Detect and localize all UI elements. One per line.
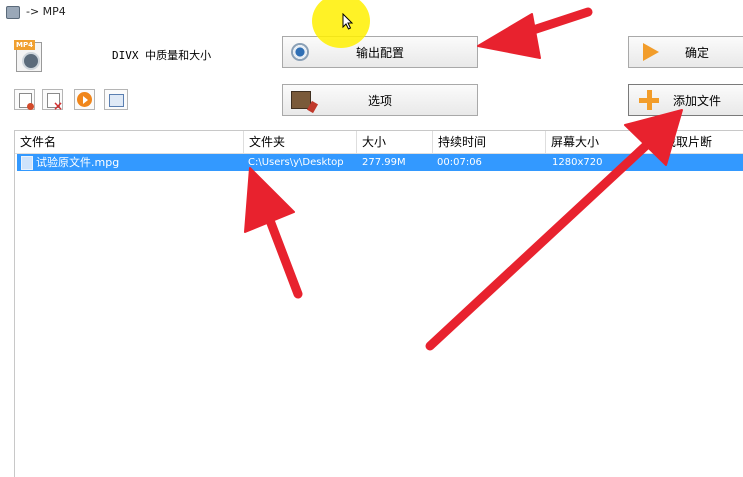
remove-file-icon: [47, 93, 63, 113]
cell-file-name: 试验原文件.mpg: [36, 156, 120, 169]
cell-duration: 00:07:06: [437, 157, 482, 168]
column-header-duration[interactable]: 持续时间: [433, 131, 546, 153]
remove-file-tool-button[interactable]: [42, 89, 63, 113]
file-list-header: 文件名 文件夹 大小 持续时间 屏幕大小 截取片断: [15, 131, 743, 154]
column-header-size[interactable]: 大小: [357, 131, 433, 153]
window-title: -> MP4: [26, 5, 66, 18]
cell-clip: [663, 154, 743, 171]
file-list[interactable]: 文件名 文件夹 大小 持续时间 屏幕大小 截取片断 试验原文件.mpg C:\U…: [14, 130, 743, 477]
ok-label: 确定: [684, 45, 709, 60]
view-tool-button[interactable]: [104, 89, 128, 110]
column-header-screen-size[interactable]: 屏幕大小: [546, 131, 659, 153]
column-header-name[interactable]: 文件名: [15, 131, 244, 153]
video-profile-icon[interactable]: MP4: [14, 40, 42, 72]
view-icon: [109, 94, 124, 107]
new-file-icon: [19, 93, 34, 110]
cell-folder: C:\Users\y\Desktop: [248, 157, 344, 168]
cell-size: 277.99M: [362, 157, 406, 168]
file-icon: [21, 156, 33, 170]
app-icon: [6, 6, 20, 19]
cell-screen-size: 1280x720: [552, 157, 603, 168]
output-config-button[interactable]: 输出配置: [282, 36, 478, 68]
table-row[interactable]: 试验原文件.mpg C:\Users\y\Desktop 277.99M 00:…: [17, 154, 743, 171]
new-file-tool-button[interactable]: [14, 89, 35, 110]
column-header-folder[interactable]: 文件夹: [244, 131, 357, 153]
title-bar: -> MP4: [0, 0, 743, 24]
options-button[interactable]: 选项: [282, 84, 478, 116]
profile-name: DIVX 中质量和大小: [112, 49, 212, 62]
play-tool-button[interactable]: [74, 89, 95, 110]
output-config-label: 输出配置: [355, 45, 404, 60]
column-header-clip[interactable]: 截取片断: [659, 131, 743, 153]
options-label: 选项: [367, 93, 392, 108]
ok-button[interactable]: 确定: [628, 36, 743, 68]
mouse-pointer-icon: [342, 13, 354, 30]
add-file-button[interactable]: 添加文件: [628, 84, 743, 116]
play-icon: [77, 92, 92, 107]
add-file-label: 添加文件: [672, 93, 721, 108]
